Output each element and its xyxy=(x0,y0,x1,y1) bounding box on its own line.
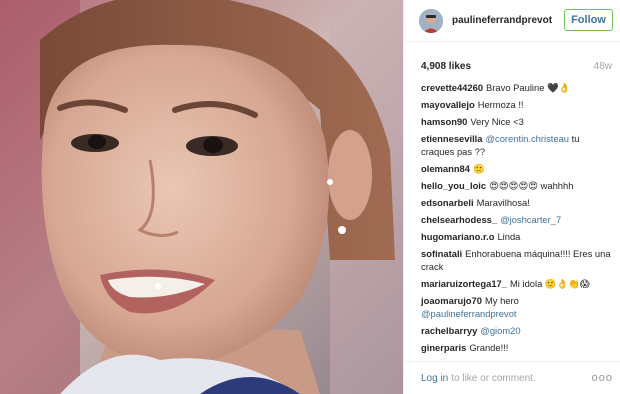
comment-username[interactable]: ginerparis xyxy=(421,342,466,353)
avatar[interactable] xyxy=(419,8,443,33)
comment-username[interactable]: mayovallejo xyxy=(421,99,475,110)
comment-text: Mi idola 🙂👌👏😱 xyxy=(509,278,590,289)
comment-text: My hero xyxy=(484,295,519,306)
comment-item: mariaruizortega17_ Mi idola 🙂👌👏😱 xyxy=(421,277,614,290)
comment-mention[interactable]: @paulineferrandprevot xyxy=(421,308,517,319)
comment-text: Bravo Pauline 🖤👌 xyxy=(486,82,571,93)
comment-username[interactable]: olemann84 xyxy=(421,163,470,174)
comment-username[interactable]: chelsearhodess_ xyxy=(421,214,497,225)
comment-text: Linda xyxy=(497,231,521,242)
comment-username[interactable]: etiennesevilla xyxy=(421,133,483,144)
comment-mention[interactable]: @corentin.christeau xyxy=(486,133,570,144)
comment-username[interactable]: edsonarbeli xyxy=(421,197,474,208)
post-photo-image xyxy=(0,0,403,394)
comment-username[interactable]: joaomarujo70 xyxy=(421,295,482,306)
likes-count[interactable]: 4,908 likes xyxy=(421,61,471,72)
post-age[interactable]: 48w xyxy=(594,61,612,72)
comment-text: Maravilhosa! xyxy=(476,197,530,208)
comment-item: rachelbarryy @giom20 xyxy=(421,324,614,337)
comment-username[interactable]: mariaruizortega17_ xyxy=(421,278,507,289)
comment-item: chelsearhodess_ @joshcarter_7 xyxy=(421,213,614,226)
login-prompt-text: to like or comment. xyxy=(451,372,536,384)
avatar-image xyxy=(419,8,443,33)
comment-text: 🙂 xyxy=(472,163,485,174)
comment-item: olemann84 🙂 xyxy=(421,162,614,175)
comment-username[interactable]: hamson90 xyxy=(421,116,467,127)
comment-item: sofinatali Enhorabuena máquina!!!! Eres u… xyxy=(421,247,614,273)
post-header: paulineferrandprevot Follow xyxy=(404,0,620,42)
comment-item: joaomarujo70 My hero @paulineferrandprevo… xyxy=(421,294,614,320)
comment-item: ginerparis Grande!!! xyxy=(421,341,614,354)
comment-item: hamson90 Very Nice <3 xyxy=(421,115,614,128)
comment-mention[interactable]: @giom20 xyxy=(480,325,520,336)
login-link[interactable]: Log in xyxy=(421,373,448,384)
comment-text: 😍😍😍😍😍 wahhhh xyxy=(489,180,574,191)
post-footer: Log in to like or comment. ooo xyxy=(404,361,620,394)
comment-item: etiennesevilla @corentin.christeau tu cra… xyxy=(421,132,614,158)
comment-item: hugomariano.r.o Linda xyxy=(421,230,614,243)
instagram-post: paulineferrandprevot Follow 4,908 likes … xyxy=(0,0,620,394)
comment-item: hello_you_loic 😍😍😍😍😍 wahhhh xyxy=(421,179,614,192)
comment-username[interactable]: sofinatali xyxy=(421,248,462,259)
comment-mention[interactable]: @joshcarter_7 xyxy=(500,214,561,225)
post-photo[interactable] xyxy=(0,0,403,394)
follow-button[interactable]: Follow xyxy=(564,9,613,31)
comment-item: crevette44260 Bravo Pauline 🖤👌 xyxy=(421,81,614,94)
comments-list: crevette44260 Bravo Pauline 🖤👌 mayovallejo… xyxy=(421,81,614,357)
comment-username[interactable]: rachelbarryy xyxy=(421,325,477,336)
comment-username[interactable]: crevette44260 xyxy=(421,82,483,93)
comment-item: mayovallejo Hermoza !! xyxy=(421,98,614,111)
post-sidebar: paulineferrandprevot Follow 4,908 likes … xyxy=(403,0,620,394)
comment-item: edsonarbeli Maravilhosa! xyxy=(421,196,614,209)
more-options-icon[interactable]: ooo xyxy=(592,373,613,384)
comment-username[interactable]: hugomariano.r.o xyxy=(421,231,494,242)
comment-username[interactable]: hello_you_loic xyxy=(421,180,486,191)
comment-text: Very Nice <3 xyxy=(470,116,524,127)
post-stats: 4,908 likes 48w xyxy=(421,58,612,74)
comment-text: Hermoza !! xyxy=(477,99,524,110)
comment-text: Grande!!! xyxy=(469,342,509,353)
